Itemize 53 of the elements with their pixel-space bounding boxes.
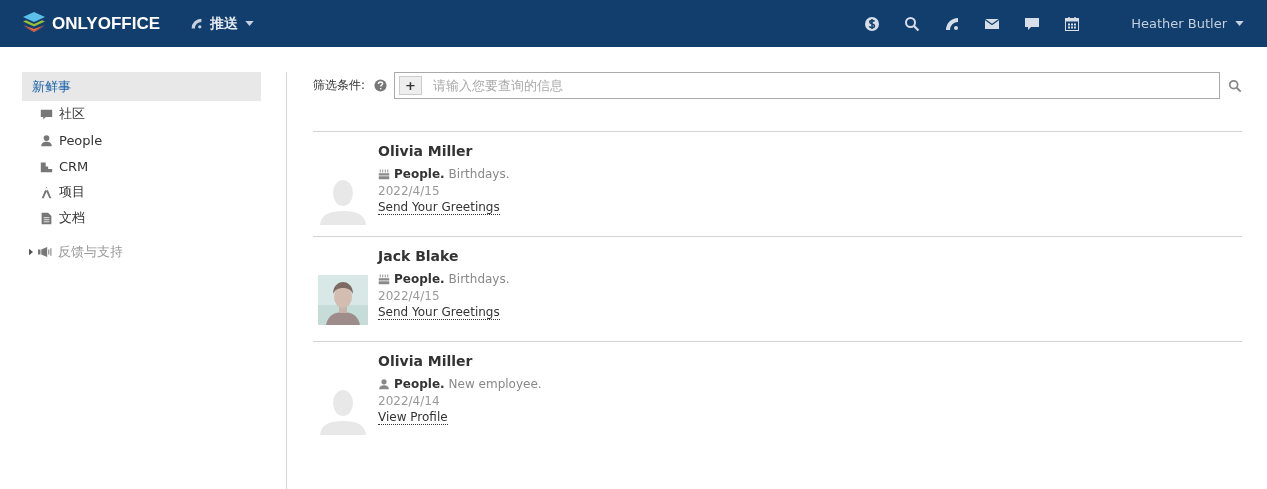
filter-label: 筛选条件: — [313, 77, 366, 94]
sidebar-item-label: People — [59, 132, 103, 148]
sidebar-item-label: 文档 — [59, 209, 85, 227]
sidebar-item[interactable]: CRM — [22, 153, 261, 179]
event-text: New employee. — [448, 377, 542, 391]
action-link[interactable]: Send Your Greetings — [378, 305, 500, 320]
search-field[interactable]: + 请输入您要查询的信息 — [394, 72, 1220, 99]
sidebar-item[interactable]: 新鲜事 — [22, 72, 261, 101]
module-name: People. — [394, 377, 445, 391]
sidebar-item-label: CRM — [59, 158, 89, 174]
caret-icon — [245, 21, 254, 26]
sidebar-item-label: 项目 — [59, 183, 85, 201]
compass-icon — [40, 185, 53, 199]
megaphone-icon — [38, 246, 53, 258]
sidebar-item[interactable]: 项目 — [22, 179, 261, 205]
expand-arrow-icon[interactable] — [29, 248, 33, 256]
feed-icon[interactable] — [190, 17, 203, 30]
action-link[interactable]: View Profile — [378, 410, 448, 425]
calendar-icon[interactable] — [1064, 15, 1081, 32]
person-icon — [378, 378, 390, 390]
user-name: Jack Blake — [378, 248, 460, 264]
chat-icon[interactable] — [40, 107, 53, 121]
add-filter-button[interactable]: + — [399, 76, 423, 95]
cake-icon — [378, 273, 390, 285]
dollar-icon[interactable] — [864, 15, 881, 32]
caret-icon — [1235, 21, 1244, 26]
logo-text[interactable]: ONLYOFFICE — [52, 13, 160, 34]
event-date: 2022/4/14 — [378, 394, 441, 408]
search-icon[interactable] — [904, 15, 921, 32]
help-icon[interactable] — [374, 79, 388, 92]
event-text: Birthdays. — [448, 167, 510, 181]
module-name: People. — [394, 167, 445, 181]
support-label: 反馈与支持 — [58, 243, 123, 261]
sidebar-item-label: 社区 — [59, 105, 85, 123]
module-menu-button[interactable]: 推送 — [190, 14, 254, 33]
sidebar-item[interactable]: 文档 — [22, 205, 261, 231]
user-menu-button[interactable]: Heather Butler — [1131, 16, 1244, 31]
module-name: People. — [394, 272, 445, 286]
action-link[interactable]: Send Your Greetings — [378, 200, 500, 215]
sidebar-item[interactable]: People — [22, 127, 261, 153]
feed-icon[interactable] — [944, 15, 961, 32]
user-name: Olivia Miller — [378, 143, 474, 159]
chat-icon[interactable] — [1024, 15, 1041, 32]
document-icon — [40, 211, 53, 225]
search-icon[interactable] — [1228, 78, 1242, 93]
person-icon — [40, 133, 53, 147]
cake-icon — [378, 168, 390, 180]
event-date: 2022/4/15 — [378, 184, 441, 198]
event-text: Birthdays. — [448, 272, 510, 286]
sidebar-item[interactable]: 社区 — [22, 101, 261, 127]
event-date: 2022/4/15 — [378, 289, 441, 303]
buildings-icon — [40, 159, 53, 173]
user-name: Olivia Miller — [378, 353, 474, 369]
